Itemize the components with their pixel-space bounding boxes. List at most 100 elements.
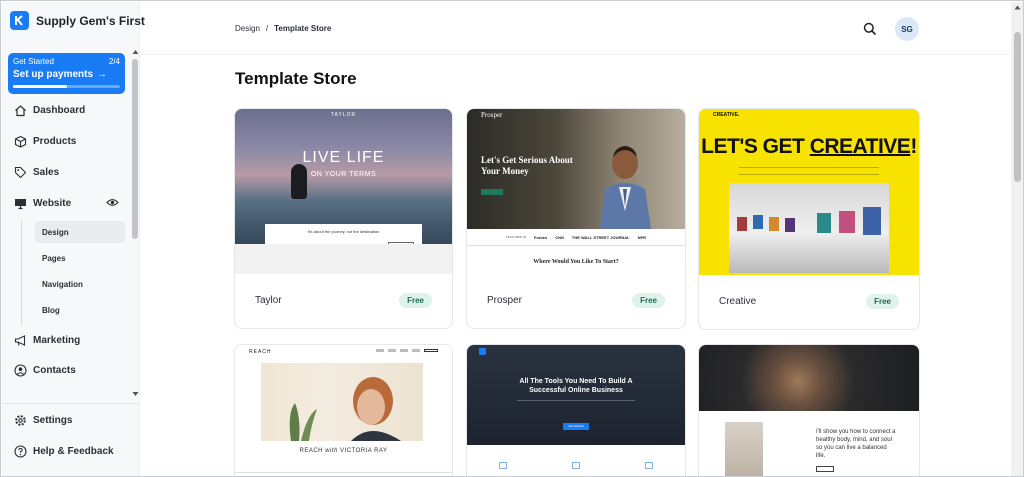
- preview-divider: [235, 472, 452, 473]
- preview-headline-plain: LET'S GET: [701, 135, 810, 158]
- template-preview: REACH REACH with VICTORIA RAY: [235, 345, 452, 476]
- contact-icon: [14, 364, 27, 377]
- gallery-artwork: [817, 213, 831, 233]
- preview-press-item: NPR: [637, 234, 647, 240]
- preview-name-plain: REACH: [299, 448, 326, 454]
- gear-icon: [14, 414, 27, 427]
- template-card-prosper[interactable]: Prosper Let's Get Serious About Your Mon…: [466, 108, 686, 329]
- preview-name-end: VICTORIA RAY: [337, 448, 388, 454]
- sidebar-item-help[interactable]: Help & Feedback: [14, 445, 114, 458]
- setup-payments-card[interactable]: Get Started 2/4 Set up payments →: [8, 53, 125, 94]
- preview-press-item: FEATURED IN: [505, 235, 526, 239]
- preview-nav-link: [388, 349, 396, 352]
- preview-photo: [261, 363, 423, 441]
- preview-divider: [467, 245, 685, 246]
- avatar[interactable]: SG: [895, 17, 919, 41]
- preview-figure: [291, 164, 307, 199]
- preview-feature-icons: [467, 462, 685, 469]
- preview-hero: [699, 345, 919, 411]
- sidebar-item-products[interactable]: Products: [14, 135, 76, 148]
- preview-headline-end: !: [910, 135, 917, 158]
- sidebar-subitem-blog[interactable]: Blog: [35, 299, 125, 321]
- preview-hero: All The Tools You Need To Build A Succes…: [467, 345, 685, 445]
- sidebar-subitem-design[interactable]: Design: [35, 221, 125, 243]
- template-name: Taylor: [255, 294, 282, 306]
- sidebar-item-label: Marketing: [33, 335, 81, 346]
- sidebar-subitem-pages[interactable]: Pages: [35, 247, 125, 269]
- preview-headline: Let's Get Serious About Your Money: [481, 155, 573, 176]
- setup-title: Set up payments: [13, 69, 94, 80]
- sidebar-item-label: Products: [33, 136, 77, 147]
- preview-headline: LIVE LIFE: [302, 149, 385, 166]
- sidebar-item-settings[interactable]: Settings: [14, 414, 72, 427]
- sidebar-item-label: Settings: [33, 415, 73, 426]
- template-card-footer: Taylor Free: [235, 272, 452, 328]
- gallery-artwork: [839, 211, 855, 233]
- preview-person: [600, 146, 651, 229]
- home-icon: [14, 104, 27, 117]
- search-icon[interactable]: [862, 21, 878, 37]
- preview-photo: [725, 422, 763, 476]
- tag-icon: [14, 166, 27, 179]
- preview-question: Where Would You Like To Start?: [533, 259, 619, 265]
- sidebar-item-contacts[interactable]: Contacts: [14, 364, 76, 377]
- template-preview: TAYLOR LIVE LIFE ON YOUR TERMS It's abou…: [235, 109, 452, 274]
- sidebar-subitem-navigation[interactable]: Navigation: [35, 273, 125, 295]
- preview-button-label: Get Started: [568, 424, 584, 428]
- app-window: Supply Gem's First Get Started 2/4 Set u…: [0, 0, 1024, 477]
- preview-logo-icon: [479, 348, 486, 355]
- breadcrumb-link-design[interactable]: Design: [235, 24, 260, 33]
- sidebar: Supply Gem's First Get Started 2/4 Set u…: [2, 2, 145, 476]
- template-preview: CREATIVE. LET'S GET CREATIVE!: [699, 109, 919, 275]
- setup-progress-text: 2/4: [108, 57, 120, 66]
- sidebar-item-label: Sales: [33, 167, 60, 178]
- sidebar-item-label: Website: [33, 198, 72, 209]
- sidebar-scroll-thumb[interactable]: [132, 59, 138, 239]
- sidebar-scrollbar[interactable]: [131, 49, 140, 401]
- preview-press-logos: FEATURED IN Forbes CNN THE WALL STREET J…: [467, 229, 685, 245]
- preview-name: REACH with VICTORIA RAY: [235, 448, 452, 454]
- template-card-wellness[interactable]: I'll show you how to connect a healthy b…: [698, 344, 920, 476]
- help-icon: [14, 445, 27, 458]
- gallery-artwork: [785, 218, 795, 232]
- sidebar-divider: [2, 403, 140, 404]
- preview-logo: CREATIVE.: [713, 112, 740, 118]
- scroll-up-icon[interactable]: [132, 49, 139, 55]
- main-scrollbar[interactable]: [1011, 2, 1023, 476]
- sidebar-item-label: Contacts: [33, 365, 76, 376]
- setup-progress-bar: [13, 85, 120, 88]
- arrow-right-icon: →: [97, 69, 108, 80]
- sidebar-item-dashboard[interactable]: Dashboard: [14, 104, 85, 117]
- preview-body: I'll show you how to connect a healthy b…: [816, 429, 896, 459]
- template-card-footer: Prosper Free: [467, 272, 685, 328]
- preview-nav-link: [412, 349, 420, 352]
- eye-icon[interactable]: [106, 196, 119, 209]
- preview-hero: Prosper Let's Get Serious About Your Mon…: [467, 109, 685, 229]
- preview-nav-link: [376, 349, 384, 352]
- template-name: Creative: [719, 295, 757, 307]
- scroll-down-icon[interactable]: [132, 391, 139, 397]
- main-scroll-thumb[interactable]: [1014, 32, 1021, 182]
- preview-form-text: It's about the journey, not the destinat…: [307, 229, 380, 234]
- box-icon: [14, 135, 27, 148]
- preview-button: Get Started: [563, 423, 589, 430]
- template-card-creative[interactable]: CREATIVE. LET'S GET CREATIVE! Creative F…: [698, 108, 920, 330]
- template-preview: I'll show you how to connect a healthy b…: [699, 345, 919, 476]
- brand-logo-icon: [10, 11, 29, 30]
- sidebar-item-sales[interactable]: Sales: [14, 166, 59, 179]
- preview-nav: REACH: [249, 349, 272, 355]
- sidebar-item-marketing[interactable]: Marketing: [14, 334, 80, 347]
- page-title: Template Store: [235, 69, 357, 88]
- scroll-up-icon[interactable]: [1014, 5, 1021, 10]
- template-card-reach[interactable]: REACH REACH with VICTORIA RAY: [234, 344, 453, 476]
- subnav-line: [21, 220, 22, 326]
- template-card-tools[interactable]: All The Tools You Need To Build A Succes…: [466, 344, 686, 476]
- image-icon: [571, 462, 580, 469]
- sidebar-item-website[interactable]: Website: [14, 197, 71, 210]
- preview-press-item: CNN: [555, 234, 564, 240]
- breadcrumb: Design / Template Store: [235, 24, 331, 33]
- preview-nav: TAYLOR: [330, 112, 357, 118]
- brand[interactable]: Supply Gem's First: [10, 11, 145, 30]
- preview-press-item: Forbes: [533, 234, 548, 240]
- template-card-taylor[interactable]: TAYLOR LIVE LIFE ON YOUR TERMS It's abou…: [234, 108, 453, 329]
